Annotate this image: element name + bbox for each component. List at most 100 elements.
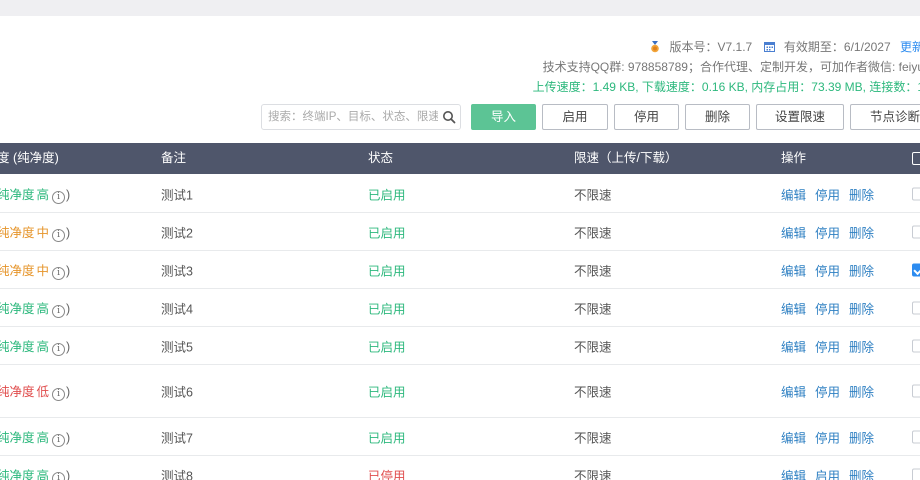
edit-link[interactable]: 编辑 (781, 264, 806, 278)
status-cell: 已启用 (368, 226, 406, 240)
remark-cell: 测试8 (161, 469, 193, 480)
search-input[interactable] (262, 105, 438, 129)
table-row[interactable]: 纯净度高 i) 测试8 已停用 不限速 编辑 启用 删除 (0, 456, 920, 480)
set-limit-button[interactable]: 设置限速 (756, 104, 844, 130)
toggle-link[interactable]: 停用 (815, 226, 840, 240)
search-box[interactable] (261, 104, 461, 130)
delete-link[interactable]: 删除 (849, 469, 874, 480)
purity-grade: 高 (36, 339, 50, 354)
purity-prefix: 纯净度 (0, 263, 35, 278)
edit-link[interactable]: 编辑 (781, 431, 806, 445)
purity-cell: 纯净度低 i) (0, 381, 70, 401)
toggle-link[interactable]: 停用 (815, 340, 840, 354)
edit-link[interactable]: 编辑 (781, 469, 806, 480)
import-button[interactable]: 导入 (471, 104, 536, 130)
delete-link[interactable]: 删除 (849, 264, 874, 278)
support-line: 技术支持QQ群: 978858789；合作代理、定制开发，可加作者微信: fei… (542, 60, 920, 74)
edit-link[interactable]: 编辑 (781, 188, 806, 202)
delete-link[interactable]: 删除 (849, 431, 874, 445)
ops-cell: 编辑 停用 删除 (781, 382, 883, 401)
ops-cell: 编辑 停用 删除 (781, 298, 883, 317)
update-link[interactable]: 更新 (900, 40, 920, 54)
remark-cell: 测试7 (161, 431, 193, 445)
info-icon[interactable]: i (52, 228, 66, 242)
paren-close: ) (66, 263, 71, 278)
info-icon[interactable]: i (52, 471, 66, 480)
stats-line: 上传速度：1.49 KB, 下载速度：0.16 KB, 内存占用：73.39 M… (532, 80, 920, 94)
header-purity[interactable]: 度 (纯净度) (0, 143, 59, 174)
purity-prefix: 纯净度 (0, 301, 35, 316)
limit-cell: 不限速 (574, 188, 612, 202)
row-checkbox[interactable] (912, 301, 920, 314)
table-row[interactable]: 纯净度高 i) 测试5 已启用 不限速 编辑 停用 删除 (0, 327, 920, 365)
row-checkbox[interactable] (912, 225, 920, 238)
purity-grade: 高 (36, 468, 50, 480)
paren-close: ) (66, 430, 71, 445)
node-diagnose-button[interactable]: 节点诊断 (850, 104, 920, 130)
header-remark[interactable]: 备注 (161, 143, 186, 174)
version-label: 版本号：V7.1.7 (669, 40, 753, 54)
toggle-link[interactable]: 停用 (815, 431, 840, 445)
info-icon[interactable]: i (52, 190, 66, 204)
delete-link[interactable]: 删除 (849, 302, 874, 316)
ops-cell: 编辑 停用 删除 (781, 260, 883, 279)
info-icon[interactable]: i (52, 342, 66, 356)
delete-link[interactable]: 删除 (849, 226, 874, 240)
toggle-link[interactable]: 启用 (815, 469, 840, 480)
purity-cell: 纯净度中 i) (0, 222, 70, 242)
purity-cell: 纯净度高 i) (0, 336, 70, 356)
search-icon[interactable] (442, 110, 456, 124)
ops-cell: 编辑 启用 删除 (781, 465, 883, 480)
disable-button[interactable]: 停用 (614, 104, 679, 130)
ops-cell: 编辑 停用 删除 (781, 336, 883, 355)
info-icon[interactable]: i (52, 433, 66, 447)
row-checkbox[interactable] (912, 430, 920, 443)
toggle-link[interactable]: 停用 (815, 386, 840, 400)
row-checkbox[interactable] (912, 263, 920, 276)
limit-cell: 不限速 (574, 385, 612, 400)
header-limit[interactable]: 限速（上传/下载） (574, 143, 677, 174)
row-checkbox[interactable] (912, 384, 920, 398)
table-row[interactable]: 纯净度高 i) 测试4 已启用 不限速 编辑 停用 删除 (0, 289, 920, 327)
version-info: 版本号：V7.1.7 有效期至：6/1/2027 更新 (650, 38, 920, 55)
delete-button[interactable]: 删除 (685, 104, 750, 130)
purity-prefix: 纯净度 (0, 187, 35, 202)
edit-link[interactable]: 编辑 (781, 386, 806, 400)
toggle-link[interactable]: 停用 (815, 302, 840, 316)
table-row[interactable]: 纯净度高 i) 测试7 已启用 不限速 编辑 停用 删除 (0, 418, 920, 456)
edit-link[interactable]: 编辑 (781, 302, 806, 316)
row-checkbox[interactable] (912, 339, 920, 352)
table-row[interactable]: 纯净度高 i) 测试1 已启用 不限速 编辑 停用 删除 (0, 175, 920, 213)
info-icon[interactable]: i (52, 304, 66, 318)
header-ops: 操作 (781, 151, 807, 165)
header-status[interactable]: 状态 (368, 143, 393, 174)
edit-link[interactable]: 编辑 (781, 340, 806, 354)
toggle-link[interactable]: 停用 (815, 188, 840, 202)
enable-button[interactable]: 启用 (542, 104, 608, 130)
remark-cell: 测试6 (161, 385, 193, 400)
row-checkbox[interactable] (912, 187, 920, 200)
delete-link[interactable]: 删除 (849, 340, 874, 354)
paren-close: ) (66, 225, 71, 240)
remark-cell: 测试2 (161, 226, 193, 240)
toggle-link[interactable]: 停用 (815, 264, 840, 278)
table-row[interactable]: 纯净度低 i) 测试6 已启用 不限速 编辑 停用 删除 (0, 365, 920, 418)
table-row[interactable]: 纯净度中 i) 测试3 已启用 不限速 编辑 停用 删除 (0, 251, 920, 289)
purity-grade: 低 (36, 385, 50, 399)
purity-grade: 高 (36, 187, 50, 202)
delete-link[interactable]: 删除 (849, 188, 874, 202)
paren-close: ) (66, 301, 71, 316)
delete-link[interactable]: 删除 (849, 386, 874, 400)
row-checkbox[interactable] (912, 468, 920, 480)
remark-cell: 测试3 (161, 264, 193, 278)
paren-close: ) (66, 385, 71, 399)
select-all-checkbox[interactable] (912, 152, 920, 165)
paren-close: ) (66, 339, 71, 354)
info-icon[interactable]: i (52, 388, 66, 401)
edit-link[interactable]: 编辑 (781, 226, 806, 240)
ops-cell: 编辑 停用 删除 (781, 427, 883, 446)
info-icon[interactable]: i (52, 266, 66, 280)
table-row[interactable]: 纯净度中 i) 测试2 已启用 不限速 编辑 停用 删除 (0, 213, 920, 251)
paren-close: ) (66, 187, 71, 202)
status-cell: 已停用 (368, 469, 406, 480)
